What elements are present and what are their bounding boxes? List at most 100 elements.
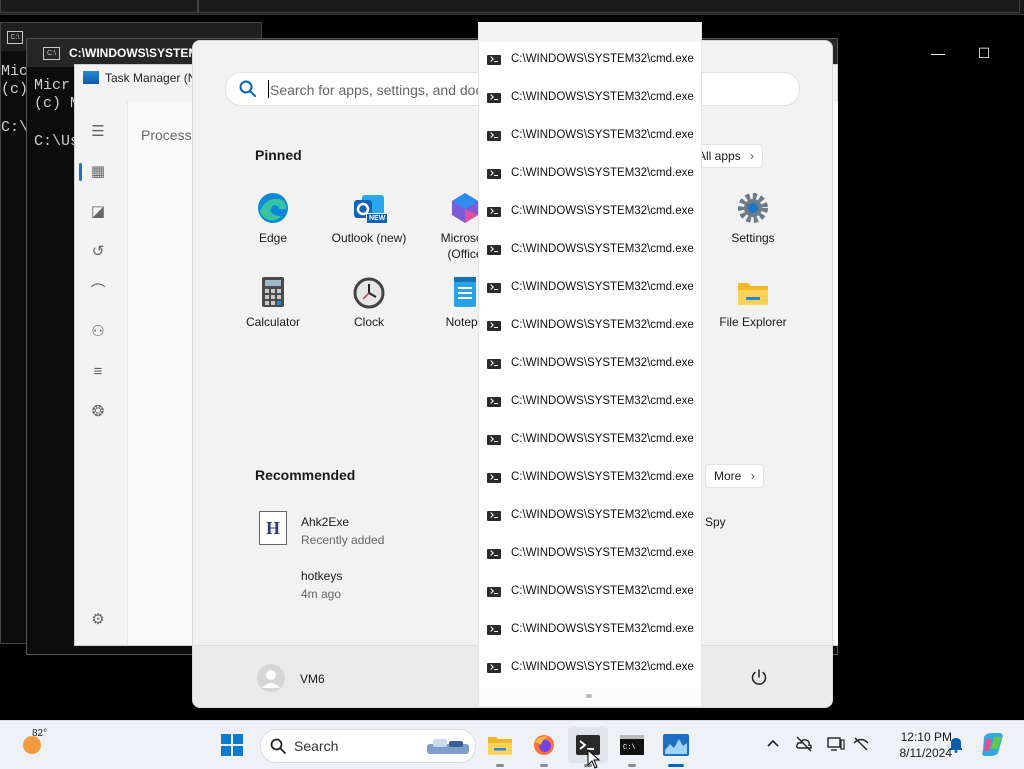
console-icon [487,169,501,179]
jump-list-item[interactable]: C:\WINDOWS\SYSTEM32\cmd.exe [479,156,701,194]
taskbar-file-explorer[interactable] [480,727,520,763]
app-label: Outlook (new) [331,231,407,245]
recommended-name: Spy [705,515,726,529]
settings-gear-icon[interactable]: ⚙ [89,611,107,629]
chevron-right-icon: › [750,469,755,483]
tab-processes[interactable]: Processe [141,127,199,143]
services-icon[interactable]: ❂ [89,403,107,421]
avatar[interactable] [257,664,285,692]
taskbar-task-manager[interactable] [656,727,696,763]
details-icon[interactable]: ≡ [89,363,107,381]
cloud-off-icon[interactable] [795,735,813,753]
console-icon [487,93,501,103]
recommended-name: hotkeys [301,569,343,583]
app-label: Edge [258,231,288,245]
recommended-name: Ahk2Exe [301,515,350,529]
console-icon [487,473,501,483]
weather-widget[interactable]: 82° [12,727,52,763]
recommended-sub: Recently added [301,533,385,547]
console-icon [487,321,501,331]
notepad-icon [448,275,482,309]
network-icon[interactable] [852,735,870,753]
pinned-title: Pinned [255,147,302,163]
jump-list-item[interactable]: C:\WINDOWS\SYSTEM32\cmd.exe [479,194,701,232]
users-icon[interactable]: ⚇ [89,323,107,341]
jump-list-item[interactable]: C:\WINDOWS\SYSTEM32\cmd.exe [479,384,701,422]
minimize-button[interactable]: — [915,39,961,67]
jump-list-item[interactable]: C:\WINDOWS\SYSTEM32\cmd.exe [479,460,701,498]
scroll-down-indicator[interactable] [586,694,592,698]
new-badge: NEW [366,213,389,224]
console-icon [487,131,501,141]
app-history-icon[interactable]: ↺ [89,243,107,261]
jump-list-item[interactable]: C:\WINDOWS\SYSTEM32\cmd.exe [479,498,701,536]
background-window-edge [0,0,198,13]
active-indicator [668,764,684,767]
jump-list-item[interactable]: C:\WINDOWS\SYSTEM32\cmd.exe [479,232,701,270]
running-indicator [628,764,636,767]
running-indicator [496,764,504,767]
clock-icon [352,275,386,309]
jump-list-item-label: C:\WINDOWS\SYSTEM32\cmd.exe [511,547,694,559]
firefox-icon [534,735,554,755]
pinned-app-settings[interactable]: Settings [705,191,801,245]
taskbar-command-prompt[interactable]: C:\ [612,727,652,763]
power-icon[interactable] [750,668,768,686]
app-label: Calculator [245,315,301,329]
console-window-title: C:\WINDOWS\SYSTEM [69,46,199,60]
jump-list-item[interactable]: C:\WINDOWS\SYSTEM32\cmd.exe [479,612,701,650]
copilot-icon[interactable] [980,731,1006,757]
start-button[interactable] [212,727,252,763]
console-icon [487,283,501,293]
jump-list-item[interactable]: C:\WINDOWS\SYSTEM32\cmd.exe [479,536,701,574]
chevron-up-icon[interactable] [764,735,782,753]
jump-list-item[interactable]: C:\WINDOWS\SYSTEM32\cmd.exe [479,650,701,688]
processes-icon[interactable]: ▦ [89,163,107,181]
taskbar-search-label: Search [294,738,339,754]
taskbar-search[interactable]: Search [260,729,476,763]
jump-list-item-label: C:\WINDOWS\SYSTEM32\cmd.exe [511,53,694,65]
performance-icon[interactable]: ◪ [89,203,107,221]
jump-list-item[interactable]: C:\WINDOWS\SYSTEM32\cmd.exe [479,118,701,156]
jump-list-item-label: C:\WINDOWS\SYSTEM32\cmd.exe [511,167,694,179]
jump-list-item[interactable]: C:\WINDOWS\SYSTEM32\cmd.exe [479,574,701,612]
jump-list-item-label: C:\WINDOWS\SYSTEM32\cmd.exe [511,471,694,483]
jump-list-item[interactable]: C:\WINDOWS\SYSTEM32\cmd.exe [479,308,701,346]
mouse-cursor-icon [587,749,601,769]
user-name[interactable]: VM6 [300,672,325,686]
ahk-icon: H [259,511,287,545]
console-line: (c) M [34,95,80,112]
microsoft-365-icon [448,191,482,225]
more-button[interactable]: More › [705,464,764,488]
background-window-strip [0,0,1024,15]
search-icon [270,738,286,754]
pinned-app-calculator[interactable]: Calculator [225,275,321,329]
console-icon [487,625,501,635]
command-prompt-icon: C:\ [620,735,644,755]
jump-list-item[interactable]: C:\WINDOWS\SYSTEM32\cmd.exe [479,422,701,460]
recommended-item-partial[interactable]: Spy [705,515,726,529]
pinned-app-clock[interactable]: Clock [321,275,417,329]
pinned-app-file-explorer[interactable]: File Explorer [705,275,801,329]
pinned-app-edge[interactable]: Edge [225,191,321,245]
system-clock[interactable]: 12:10 PM 8/11/2024 [872,729,953,761]
notification-bell-icon[interactable] [947,735,965,753]
console-icon [487,245,501,255]
display-icon[interactable] [827,735,845,753]
jump-list-item[interactable]: C:\WINDOWS\SYSTEM32\cmd.exe [479,42,701,80]
jump-list-item[interactable]: C:\WINDOWS\SYSTEM32\cmd.exe [479,346,701,384]
jump-list-item[interactable]: C:\WINDOWS\SYSTEM32\cmd.exe [479,80,701,118]
recommended-item-hotkeys[interactable]: hotkeys 4m ago [301,569,501,601]
jump-list-item-label: C:\WINDOWS\SYSTEM32\cmd.exe [511,319,694,331]
console-icon [487,55,501,65]
jump-list-item[interactable]: C:\WINDOWS\SYSTEM32\cmd.exe [479,270,701,308]
hamburger-icon[interactable]: ☰ [89,123,107,141]
pinned-app-outlook[interactable]: NEW Outlook (new) [321,191,417,245]
maximize-button[interactable]: ☐ [961,39,1007,67]
taskbar: 82° Search C:\ 12:10 PM 8/11/2024 [0,720,1024,769]
startup-apps-icon[interactable]: ⌒ [89,283,107,301]
search-highlight-icon [427,739,469,754]
clock-date: 8/11/2024 [899,746,953,760]
taskbar-firefox[interactable] [524,727,564,763]
jump-list-item-label: C:\WINDOWS\SYSTEM32\cmd.exe [511,129,694,141]
